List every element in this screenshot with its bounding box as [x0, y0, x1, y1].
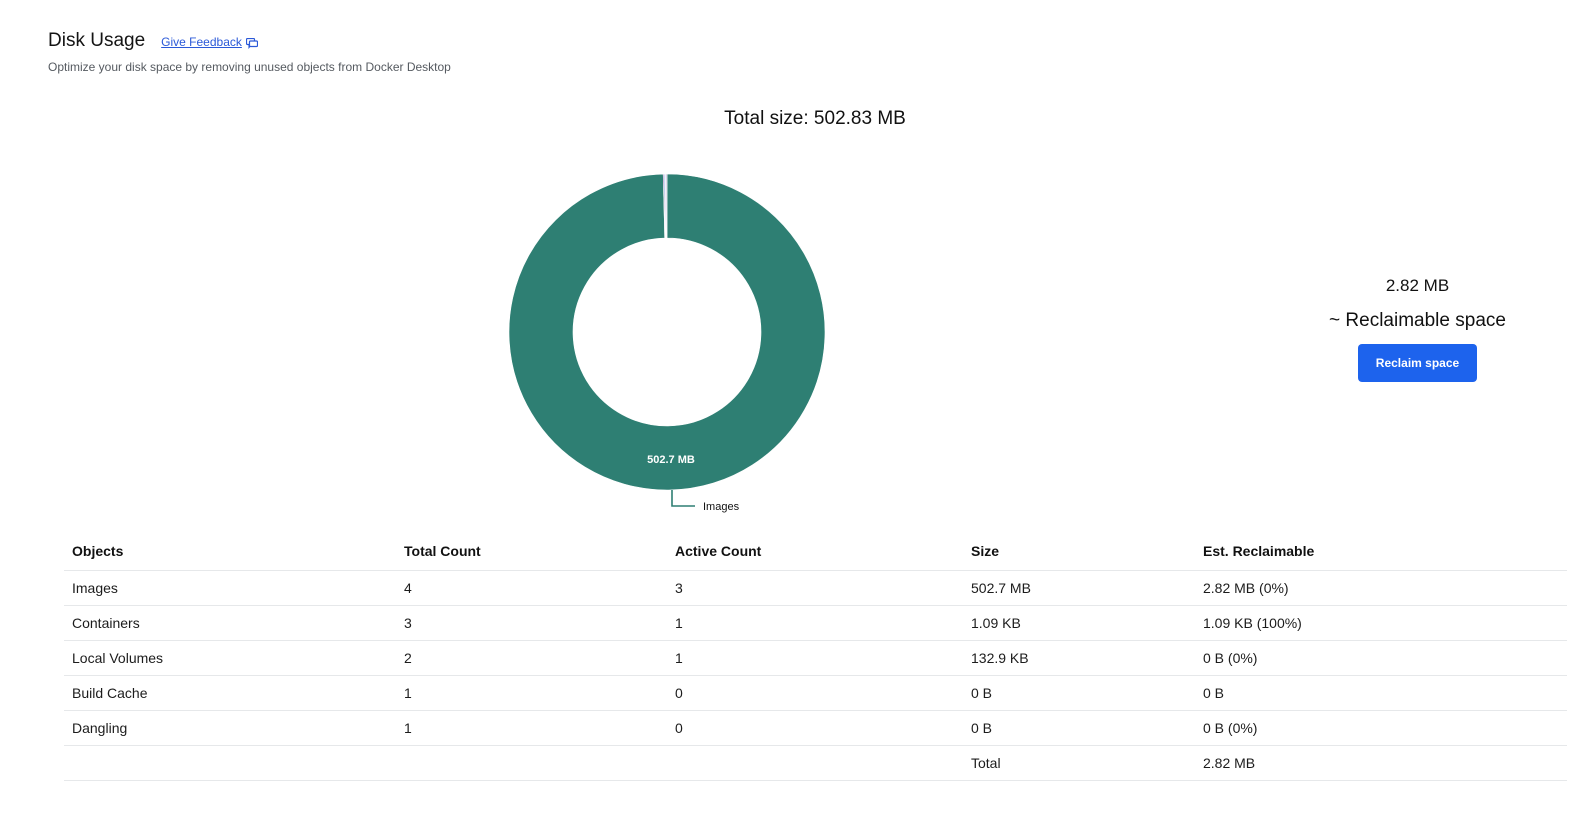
cell-total-count: 2 — [396, 640, 667, 676]
cell-total-count: 1 — [396, 675, 667, 711]
cell-size: 0 B — [963, 710, 1195, 746]
cell-active-count: 0 — [667, 710, 963, 746]
cell-active-count: 1 — [667, 605, 963, 641]
cell-object: Images — [64, 570, 396, 606]
page-subtitle: Optimize your disk space by removing unu… — [48, 60, 451, 74]
disk-usage-chart: 502.7 MB Images — [500, 165, 840, 525]
cell-object: Dangling — [64, 710, 396, 746]
cell-size: 0 B — [963, 675, 1195, 711]
column-header-total-count: Total Count — [396, 532, 667, 571]
cell-active-count: 3 — [667, 570, 963, 606]
total-size: Total size: 502.83 MB — [724, 108, 906, 129]
cell-active-count: 0 — [667, 675, 963, 711]
donut-chart-svg: 502.7 MB Images — [508, 173, 826, 513]
table-header-row: Objects Total Count Active Count Size Es… — [64, 532, 1567, 571]
cell-object: Local Volumes — [64, 640, 396, 676]
cell-size: 502.7 MB — [963, 570, 1195, 606]
table-row: Local Volumes 2 1 132.9 KB 0 B (0%) — [64, 640, 1567, 676]
callout-label: Images — [703, 501, 740, 513]
cell-object: Containers — [64, 605, 396, 641]
feedback-icon — [245, 37, 258, 49]
title-row: Disk Usage Give Feedback — [48, 30, 451, 52]
page-title: Disk Usage — [48, 30, 146, 51]
reclaimable-label: ~ Reclaimable space — [1329, 310, 1506, 331]
cell-size: 1.09 KB — [963, 605, 1195, 641]
table-row: Dangling 1 0 0 B 0 B (0%) — [64, 710, 1567, 746]
cell-est-reclaimable: 2.82 MB (0%) — [1195, 570, 1567, 606]
disk-usage-table: Objects Total Count Active Count Size Es… — [64, 532, 1567, 781]
reclaim-space-button[interactable]: Reclaim space — [1358, 344, 1477, 382]
cell-est-reclaimable: 1.09 KB (100%) — [1195, 605, 1567, 641]
total-value: 2.82 MB — [1195, 745, 1567, 781]
donut-slice-dangling — [665, 173, 668, 239]
table-row: Images 4 3 502.7 MB 2.82 MB (0%) — [64, 570, 1567, 606]
cell-object: Build Cache — [64, 675, 396, 711]
cell-total-count: 1 — [396, 710, 667, 746]
table-total-row: Total 2.82 MB — [64, 745, 1567, 781]
cell-active-count: 1 — [667, 640, 963, 676]
column-header-size: Size — [963, 532, 1195, 571]
reclaimable-amount: 2.82 MB — [1385, 276, 1450, 295]
column-header-active-count: Active Count — [667, 532, 963, 571]
column-header-objects: Objects — [64, 532, 396, 571]
slice-value-label: 502.7 MB — [647, 454, 695, 466]
give-feedback-label: Give Feedback — [161, 35, 242, 49]
table-row: Build Cache 1 0 0 B 0 B — [64, 675, 1567, 711]
table-row: Containers 3 1 1.09 KB 1.09 KB (100%) — [64, 605, 1567, 641]
total-label: Total — [963, 745, 1195, 781]
cell-size: 132.9 KB — [963, 640, 1195, 676]
callout-line — [671, 490, 695, 507]
cell-est-reclaimable: 0 B (0%) — [1195, 640, 1567, 676]
cell-total-count: 4 — [396, 570, 667, 606]
reclaim-panel: 2.82 MB ~ Reclaimable space Reclaim spac… — [1305, 276, 1530, 382]
give-feedback-link[interactable]: Give Feedback — [161, 35, 258, 49]
cell-est-reclaimable: 0 B — [1195, 675, 1567, 711]
cell-est-reclaimable: 0 B (0%) — [1195, 710, 1567, 746]
page-header: Disk Usage Give Feedback Optimize your d… — [48, 30, 451, 74]
column-header-est-reclaimable: Est. Reclaimable — [1195, 532, 1567, 571]
cell-total-count: 3 — [396, 605, 667, 641]
